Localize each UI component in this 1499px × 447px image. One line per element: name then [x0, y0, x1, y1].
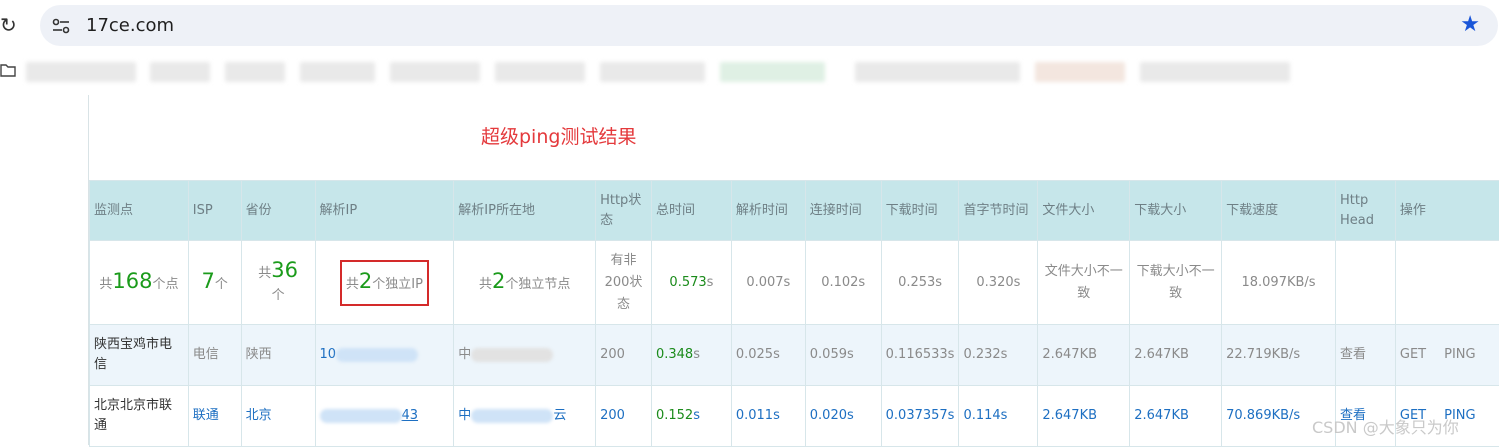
row-dns-time: 0.011s	[731, 386, 805, 447]
summary-http-status: 有非200状态	[596, 241, 652, 325]
table-row: 北京北京市联通 联通 北京 43 中云 200 0.152s 0.011s 0.…	[90, 386, 1499, 447]
row-download-time: 0.037357s	[881, 386, 959, 447]
bookmark-item[interactable]	[495, 62, 585, 82]
header-actions: 操作	[1395, 181, 1499, 241]
summary-total-time: 0.573s	[651, 241, 731, 325]
row-first-byte-time: 0.114s	[959, 386, 1038, 447]
bookmark-item[interactable]	[300, 62, 375, 82]
row-connect-time: 0.059s	[805, 325, 881, 386]
bookmark-star-icon[interactable]: ★	[1460, 12, 1480, 38]
row-first-byte-time: 0.232s	[959, 325, 1038, 386]
header-http-status: Http状态	[596, 181, 652, 241]
header-ip-location: 解析IP所在地	[454, 181, 596, 241]
browser-toolbar: ↻ 17ce.com ★	[0, 0, 1499, 52]
row-speed: 22.719KB/s	[1222, 325, 1336, 386]
header-connect-time: 连接时间	[805, 181, 881, 241]
bookmarks-bar	[0, 52, 1499, 90]
view-head-link[interactable]: 查看	[1335, 325, 1395, 386]
row-location: 陕西宝鸡市电信	[90, 325, 189, 386]
summary-speed: 18.097KB/s	[1222, 241, 1336, 325]
row-ip[interactable]: 43	[315, 386, 454, 447]
summary-download-time: 0.253s	[881, 241, 959, 325]
ping-action-link[interactable]: PING	[1444, 347, 1475, 362]
row-total-time: 0.152s	[651, 386, 731, 447]
row-http-status: 200	[596, 325, 652, 386]
redacted-mask	[336, 348, 418, 362]
header-download-time: 下载时间	[881, 181, 959, 241]
page-content: 超级ping测试结果 监测点 ISP 省份 解析IP 解析IP所在地 Http状…	[88, 95, 1499, 445]
row-http-status: 200	[596, 386, 652, 447]
header-province: 省份	[241, 181, 315, 241]
summary-first-byte-time: 0.320s	[959, 241, 1038, 325]
row-isp: 联通	[188, 386, 241, 447]
row-isp: 电信	[188, 325, 241, 386]
highlight-box: 共2个独立IP	[340, 260, 429, 306]
header-dns-time: 解析时间	[731, 181, 805, 241]
header-http-head: Http Head	[1335, 181, 1395, 241]
header-monitor-point: 监测点	[90, 181, 189, 241]
redacted-mask	[320, 409, 402, 423]
row-ip-location: 中	[454, 325, 596, 386]
url-text[interactable]: 17ce.com	[86, 15, 174, 37]
row-total-time: 0.348s	[651, 325, 731, 386]
row-download-size: 2.647KB	[1130, 325, 1222, 386]
row-file-size: 2.647KB	[1038, 325, 1130, 386]
row-download-size: 2.647KB	[1130, 386, 1222, 447]
redacted-mask	[471, 409, 553, 423]
header-download-size: 下载大小	[1130, 181, 1222, 241]
summary-connect-time: 0.102s	[805, 241, 881, 325]
bookmark-item[interactable]	[720, 62, 825, 82]
row-ip[interactable]: 10	[315, 325, 454, 386]
redacted-mask	[471, 348, 553, 362]
row-file-size: 2.647KB	[1038, 386, 1130, 447]
csdn-watermark: CSDN @大象只为你	[1312, 414, 1459, 438]
summary-unique-ip: 共2个独立IP	[315, 241, 454, 325]
row-ip-location: 中云	[454, 386, 596, 447]
table-header-row: 监测点 ISP 省份 解析IP 解析IP所在地 Http状态 总时间 解析时间 …	[90, 181, 1499, 241]
summary-row: 共168个点 7个 共36个 共2个独立IP 共2个独立节点 有非200状态 0…	[90, 241, 1499, 325]
summary-unique-node: 共2个独立节点	[454, 241, 596, 325]
row-location: 北京北京市联通	[90, 386, 189, 447]
header-file-size: 文件大小	[1038, 181, 1130, 241]
get-action-link[interactable]: GET	[1400, 347, 1426, 362]
summary-points: 共168个点	[90, 241, 189, 325]
row-dns-time: 0.025s	[731, 325, 805, 386]
bookmark-item[interactable]	[225, 62, 285, 82]
summary-dns-time: 0.007s	[731, 241, 805, 325]
address-bar[interactable]: 17ce.com ★	[40, 5, 1498, 46]
header-download-speed: 下载速度	[1222, 181, 1336, 241]
bookmark-item[interactable]	[1035, 62, 1125, 82]
page-title: 超级ping测试结果	[481, 125, 636, 149]
header-first-byte-time: 首字节时间	[959, 181, 1038, 241]
header-total-time: 总时间	[651, 181, 731, 241]
bookmark-item[interactable]	[855, 62, 1020, 82]
bookmark-item[interactable]	[1140, 62, 1290, 82]
folder-icon[interactable]	[0, 63, 16, 77]
summary-isp: 7个	[188, 241, 241, 325]
summary-download-size: 下载大小不一致	[1130, 241, 1222, 325]
bookmark-item[interactable]	[600, 62, 705, 82]
site-settings-icon[interactable]	[50, 15, 72, 37]
table-row: 陕西宝鸡市电信 电信 陕西 10 中 200 0.348s 0.025s 0.0…	[90, 325, 1499, 386]
summary-province: 共36个	[241, 241, 315, 325]
row-actions: GET PING	[1395, 325, 1499, 386]
row-download-time: 0.116533s	[881, 325, 959, 386]
header-resolved-ip: 解析IP	[315, 181, 454, 241]
bookmark-item[interactable]	[26, 62, 136, 82]
summary-file-size: 文件大小不一致	[1038, 241, 1130, 325]
bookmark-item[interactable]	[150, 62, 210, 82]
row-province: 陕西	[241, 325, 315, 386]
row-connect-time: 0.020s	[805, 386, 881, 447]
summary-actions	[1395, 241, 1499, 325]
header-isp: ISP	[188, 181, 241, 241]
reload-icon[interactable]: ↻	[0, 12, 16, 38]
ping-results-table: 监测点 ISP 省份 解析IP 解析IP所在地 Http状态 总时间 解析时间 …	[89, 180, 1499, 447]
summary-head	[1335, 241, 1395, 325]
row-province: 北京	[241, 386, 315, 447]
bookmark-item[interactable]	[390, 62, 480, 82]
